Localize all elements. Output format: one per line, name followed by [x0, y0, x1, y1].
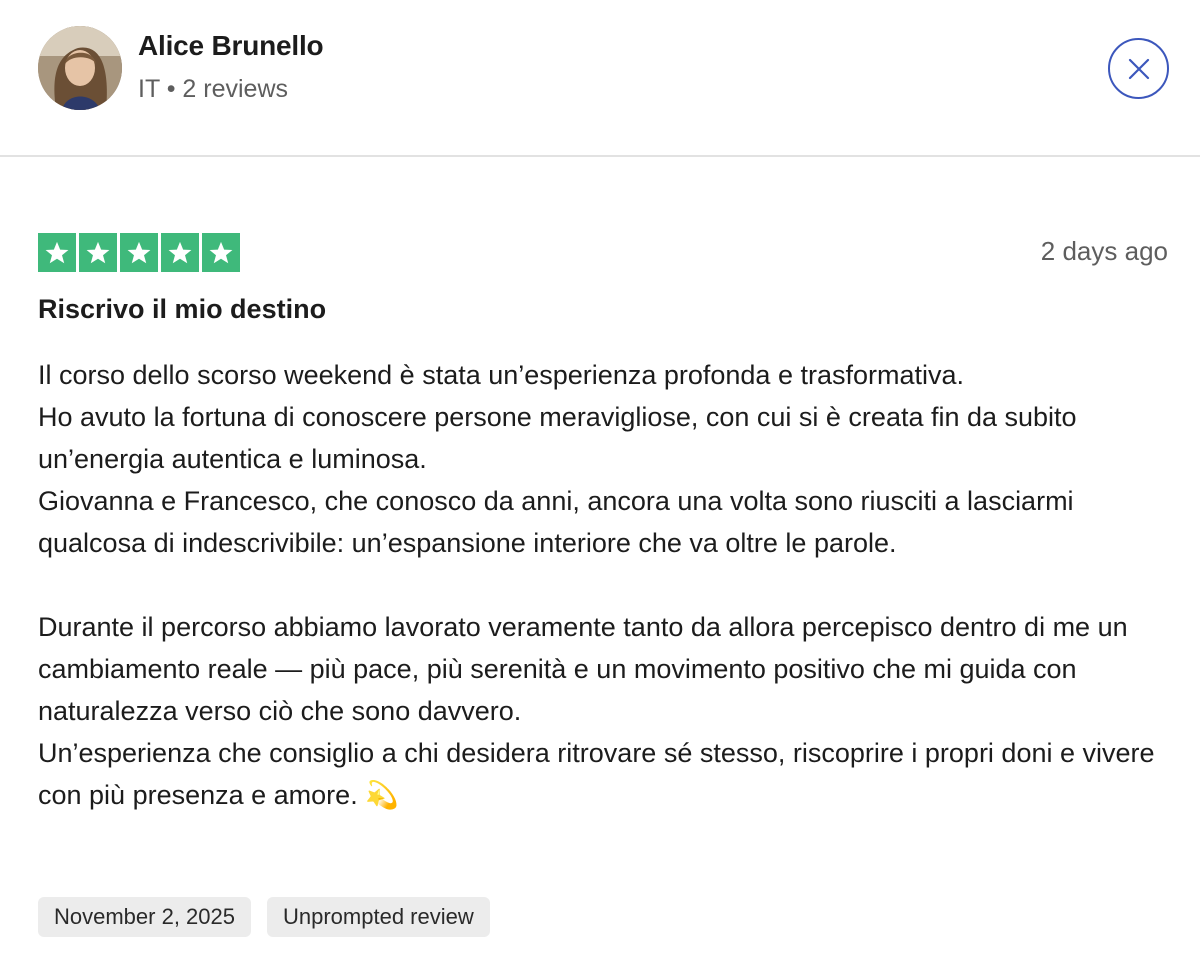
review-paragraph: Giovanna e Francesco, che conosco da ann… [38, 486, 1074, 558]
review-date-ago: 2 days ago [1040, 236, 1168, 266]
review-paragraph: Durante il percorso abbiamo lavorato ver… [38, 612, 1128, 726]
review-tags: November 2, 2025 Unprompted review [38, 897, 490, 937]
close-button[interactable] [1108, 38, 1169, 99]
review-card: 2 days ago Riscrivo il mio destino Il co… [38, 233, 1168, 816]
star-rating [38, 233, 1168, 272]
reviewer-meta: IT • 2 reviews [138, 75, 288, 103]
star-icon [38, 233, 76, 272]
avatar [38, 26, 122, 110]
star-icon [120, 233, 158, 272]
review-body: Il corso dello scorso weekend è stata un… [38, 354, 1168, 816]
star-icon [161, 233, 199, 272]
review-paragraph: Il corso dello scorso weekend è stata un… [38, 360, 965, 390]
avatar-photo [38, 26, 122, 110]
review-date-tag: November 2, 2025 [38, 897, 251, 937]
review-title: Riscrivo il mio destino [38, 294, 327, 324]
reviewer-header: Alice Brunello IT • 2 reviews [0, 0, 1200, 157]
close-icon [1128, 58, 1149, 79]
review-paragraph: Ho avuto la fortuna di conoscere persone… [38, 402, 1077, 474]
review-paragraph: Un’esperienza che consiglio a chi deside… [38, 738, 1155, 810]
star-icon [202, 233, 240, 272]
star-icon [79, 233, 117, 272]
unprompted-review-tag[interactable]: Unprompted review [267, 897, 490, 937]
reviewer-name[interactable]: Alice Brunello [138, 30, 324, 62]
